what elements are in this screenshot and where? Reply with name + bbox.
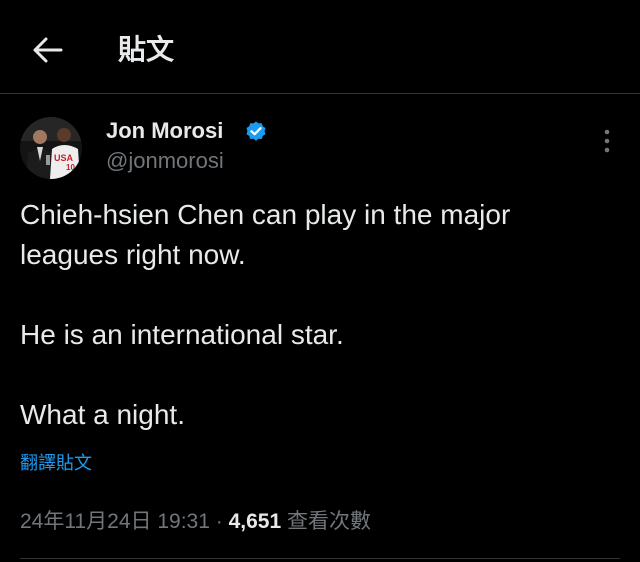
tweet-line: What a night.: [20, 399, 185, 430]
svg-text:USA: USA: [54, 153, 74, 163]
separator: ·: [209, 510, 229, 533]
author-name[interactable]: Jon Morosi: [106, 116, 223, 146]
verified-badge-icon: [246, 121, 266, 141]
timestamp[interactable]: 24年11月24日 19:31: [20, 510, 210, 533]
more-vertical-icon: [604, 129, 610, 153]
tweet-line: He is an international star.: [20, 319, 344, 350]
author-handle[interactable]: @jonmorosi: [106, 146, 224, 176]
tweet-metadata: 24年11月24日 19:31 · 4,651 查看次數: [20, 507, 371, 537]
view-count-label: 查看次數: [286, 510, 371, 533]
svg-text:10: 10: [66, 163, 75, 172]
more-options-button[interactable]: [590, 124, 624, 158]
translate-post-link[interactable]: 翻譯貼文: [20, 451, 92, 477]
arrow-left-icon: [33, 37, 63, 63]
divider: [20, 558, 620, 559]
view-count: 4,651: [228, 510, 282, 533]
top-bar: 貼文: [0, 0, 640, 94]
page-title: 貼文: [118, 33, 175, 66]
tweet-text: Chieh-hsien Chen can play in the major l…: [20, 195, 620, 435]
tweet-line: Chieh-hsien Chen can play in the major: [20, 199, 511, 230]
back-button[interactable]: [24, 26, 72, 74]
avatar[interactable]: USA 10: [20, 117, 82, 179]
tweet-line: leagues right now.: [20, 239, 246, 270]
